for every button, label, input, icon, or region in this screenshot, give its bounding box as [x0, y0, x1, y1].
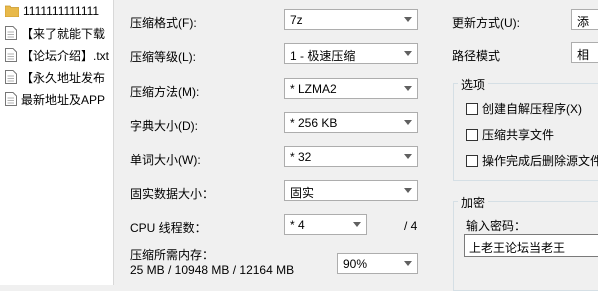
file-list-item[interactable]: 最新地址及APP — [0, 88, 113, 110]
format-select[interactable]: 7z — [284, 9, 418, 30]
method-select[interactable]: * LZMA2 — [284, 78, 418, 99]
memory-usage-label: 压缩所需内存： — [130, 248, 215, 262]
update-mode-value: 添 — [577, 15, 590, 29]
file-name: 最新地址及APP — [21, 92, 106, 107]
level-value: 1 - 极速压缩 — [290, 49, 356, 63]
chevron-down-icon — [404, 120, 412, 125]
checkbox[interactable] — [466, 102, 478, 115]
word-size-value: * 32 — [290, 150, 312, 164]
method-label: 压缩方法(M): — [130, 85, 200, 99]
password-input[interactable]: 上老王论坛当老王 — [464, 234, 598, 257]
update-mode-select[interactable]: 添 — [571, 9, 598, 30]
dictionary-size-select[interactable]: * 256 KB — [284, 112, 418, 133]
chevron-down-icon — [404, 188, 412, 193]
memory-percent-select[interactable]: 90% — [337, 253, 418, 274]
file-name: 【论坛介绍】.txt — [21, 48, 110, 63]
solid-block-size-value: 固实 — [290, 186, 315, 200]
dictionary-size-label: 字典大小(D): — [130, 119, 198, 133]
chevron-down-icon — [404, 51, 412, 56]
level-label: 压缩等级(L): — [130, 50, 197, 64]
path-mode-select[interactable]: 相 — [571, 42, 598, 63]
file-name: 【永久地址发布 — [21, 70, 106, 85]
chevron-down-icon — [353, 222, 361, 227]
file-list-item[interactable]: 【论坛介绍】.txt — [0, 44, 113, 66]
path-mode-label: 路径模式 — [452, 49, 501, 63]
memory-percent-value: 90% — [343, 257, 368, 271]
method-value: * LZMA2 — [290, 82, 337, 96]
compression-settings-dialog: 压缩格式(F): 7z 压缩等级(L): 1 - 极速压缩 压缩方法(M): *… — [118, 0, 598, 291]
text-file-icon — [5, 48, 17, 62]
create-sfx-option[interactable]: 创建自解压程序(X) — [466, 100, 582, 117]
checkbox[interactable] — [466, 128, 478, 141]
file-list-item[interactable]: 【来了就能下载 — [0, 22, 113, 44]
text-file-icon — [5, 26, 17, 40]
solid-block-size-label: 固实数据大小： — [130, 187, 215, 201]
file-list-panel: 1111111111111 【来了就能下载 【论坛介绍】.txt 【永久地址发布… — [0, 0, 114, 285]
chevron-down-icon — [404, 17, 412, 22]
solid-block-size-select[interactable]: 固实 — [284, 180, 418, 201]
file-list-item[interactable]: 【永久地址发布 — [0, 66, 113, 88]
delete-after-compression-option[interactable]: 操作完成后删除源文件 — [466, 152, 598, 169]
update-mode-label: 更新方式(U): — [452, 16, 520, 30]
cpu-threads-label: CPU 线程数： — [130, 221, 207, 235]
format-label: 压缩格式(F): — [130, 16, 197, 30]
level-select[interactable]: 1 - 极速压缩 — [284, 43, 418, 64]
encryption-group-title: 加密 — [458, 194, 489, 211]
password-value: 上老王论坛当老王 — [469, 241, 566, 255]
word-size-label: 单词大小(W): — [130, 153, 201, 167]
cpu-threads-value: * 4 — [290, 218, 305, 232]
word-size-select[interactable]: * 32 — [284, 146, 418, 167]
chevron-down-icon — [404, 86, 412, 91]
file-name: 1111111111111 — [23, 4, 100, 18]
compress-shared-files-option[interactable]: 压缩共享文件 — [466, 126, 554, 143]
chevron-down-icon — [404, 154, 412, 159]
format-value: 7z — [290, 13, 303, 27]
text-file-icon — [5, 92, 17, 106]
cpu-threads-select[interactable]: * 4 — [284, 214, 367, 235]
memory-usage-values: 25 MB / 10948 MB / 12164 MB — [130, 263, 295, 277]
create-sfx-label: 创建自解压程序(X) — [482, 102, 582, 116]
folder-icon — [5, 5, 19, 17]
compress-shared-files-label: 压缩共享文件 — [482, 128, 555, 142]
chevron-down-icon — [404, 261, 412, 266]
cpu-threads-total: / 4 — [404, 219, 418, 233]
delete-after-compression-label: 操作完成后删除源文件 — [482, 154, 598, 168]
password-label: 输入密码： — [466, 219, 527, 233]
file-list-item[interactable]: 1111111111111 — [0, 0, 113, 22]
checkbox[interactable] — [466, 154, 478, 167]
text-file-icon — [5, 70, 17, 84]
dictionary-size-value: * 256 KB — [290, 116, 338, 130]
options-group-title: 选项 — [458, 76, 489, 93]
path-mode-value: 相 — [577, 48, 590, 62]
file-name: 【来了就能下载 — [21, 26, 106, 41]
